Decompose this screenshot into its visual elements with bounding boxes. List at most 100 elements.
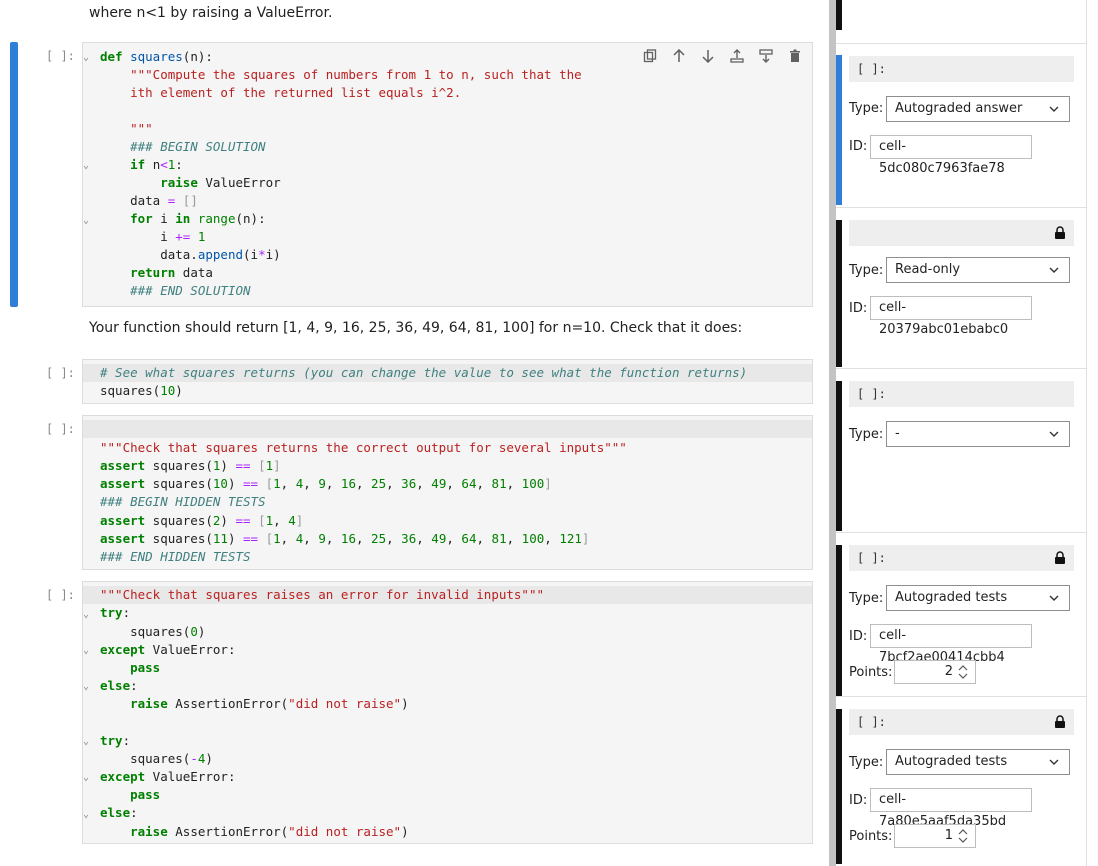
cell-metadata-sidebar: [ ]: Type: Autograded answer ID: cell-5d…: [836, 0, 1086, 866]
copy-icon[interactable]: [638, 47, 661, 65]
fold-arrow-icon[interactable]: ⌄: [83, 733, 89, 751]
code-line: assert squares(2) == [1, 4]: [100, 513, 304, 528]
code-line: ### END SOLUTION: [100, 283, 251, 298]
code-cell-squares[interactable]: ⌄ ⌄ ⌄ def squares(n): """Compute the squ…: [82, 42, 813, 307]
id-label: ID:: [849, 301, 868, 316]
code-line: def squares(n):: [100, 49, 213, 64]
type-label: Type:: [849, 755, 884, 770]
spinner-icon[interactable]: [957, 665, 969, 679]
spinner-icon[interactable]: [957, 829, 969, 843]
code-line: """Check that squares returns the correc…: [100, 440, 627, 455]
insert-below-icon[interactable]: [754, 47, 777, 65]
cell-prompt: [ ]:: [46, 366, 75, 380]
code-line: pass: [130, 660, 161, 675]
lock-icon: [1055, 715, 1065, 728]
code-line: assert squares(11) == [1, 4, 9, 16, 25, …: [100, 531, 590, 546]
code-cell-error-tests[interactable]: ⌄ ⌄ ⌄ ⌄ ⌄ ⌄ """Check that squares raises…: [82, 581, 813, 844]
id-label: ID:: [849, 139, 868, 154]
code-line: """: [100, 121, 153, 136]
sidebar-cell-5[interactable]: [ ]: Type: Autograded tests ID: cell-7a8…: [836, 697, 1086, 866]
fold-arrow-icon[interactable]: ⌄: [83, 212, 89, 230]
points-input[interactable]: 1: [894, 824, 976, 848]
code-cell-squares-call[interactable]: # See what squares returns (you can chan…: [82, 359, 813, 404]
cell-prompt: [ ]:: [46, 422, 75, 436]
sidebar-cell-prompt: [ ]:: [849, 545, 1074, 571]
code-line: assert squares(10) == [1, 4, 9, 16, 25, …: [100, 476, 552, 491]
type-label: Type:: [849, 427, 884, 442]
id-field[interactable]: cell-7bcf2ae00414cbb4: [870, 624, 1032, 665]
lock-icon: [1055, 226, 1065, 239]
points-label: Points:: [849, 829, 893, 844]
sidebar-cell-4[interactable]: [ ]: Type: Autograded tests ID: cell-7bc…: [836, 533, 1086, 697]
id-label: ID:: [849, 793, 868, 808]
fold-arrow-icon[interactable]: ⌄: [83, 606, 89, 624]
code-line: raise AssertionError("did not raise"): [130, 696, 409, 711]
code-line: # See what squares returns (you can chan…: [100, 365, 748, 380]
code-line: pass: [130, 787, 161, 802]
code-line: else:: [100, 805, 138, 820]
fold-arrow-icon[interactable]: ⌄: [83, 769, 89, 787]
code-cell-output-tests[interactable]: """Check that squares returns the correc…: [82, 415, 813, 570]
sidebar-cell-2[interactable]: Type: Read-only ID: cell-20379abc01ebabc…: [836, 208, 1086, 369]
code-line: ith element of the returned list equals …: [100, 85, 462, 100]
type-select[interactable]: Autograded answer: [886, 96, 1070, 122]
points-label: Points:: [849, 665, 893, 680]
lock-icon: [1055, 551, 1065, 564]
sidebar-cell-prompt: [ ]:: [849, 381, 1074, 407]
code-line: assert squares(1) == [1]: [100, 458, 281, 473]
markdown-intro: where n<1 by raising a ValueError.: [89, 5, 333, 21]
code-line: ### BEGIN SOLUTION: [100, 139, 266, 154]
type-select[interactable]: Read-only: [886, 257, 1070, 283]
cell-prompt: [ ]:: [46, 49, 75, 63]
type-label: Type:: [849, 101, 884, 116]
sidebar-cell-prompt: [ ]:: [849, 56, 1074, 82]
cell-toolbar: [638, 47, 806, 65]
sidebar-cell-1[interactable]: [ ]: Type: Autograded answer ID: cell-5d…: [836, 44, 1086, 208]
code-line: squares(10): [100, 383, 183, 398]
code-line: if n<1:: [130, 157, 183, 172]
code-line: except ValueError:: [100, 642, 236, 657]
fold-arrow-icon[interactable]: ⌄: [83, 678, 89, 696]
code-line: i += 1: [100, 229, 206, 244]
chevron-down-icon: [1049, 759, 1059, 765]
id-label: ID:: [849, 629, 868, 644]
code-line: else:: [100, 678, 138, 693]
code-line: """Compute the squares of numbers from 1…: [100, 67, 582, 82]
code-line: squares(0): [100, 624, 206, 639]
code-line: for i in range(n):: [130, 211, 266, 226]
code-line: squares(-4): [100, 751, 213, 766]
code-line: ### BEGIN HIDDEN TESTS: [100, 494, 266, 509]
type-label: Type:: [849, 263, 884, 278]
chevron-down-icon: [1049, 431, 1059, 437]
fold-arrow-icon[interactable]: ⌄: [83, 157, 89, 175]
panel-divider[interactable]: [829, 0, 836, 866]
id-field[interactable]: cell-20379abc01ebabc0: [870, 296, 1032, 337]
code-line: ### END HIDDEN TESTS: [100, 549, 251, 564]
chevron-down-icon: [1049, 595, 1059, 601]
chevron-down-icon: [1049, 267, 1059, 273]
type-select[interactable]: Autograded tests: [886, 749, 1070, 775]
code-line: except ValueError:: [100, 769, 236, 784]
sidebar-cell-prompt: [ ]:: [849, 709, 1074, 735]
right-panel-edge: [1086, 0, 1098, 866]
code-line: data = []: [100, 193, 198, 208]
sidebar-cell-3[interactable]: [ ]: Type: -: [836, 369, 1086, 533]
move-up-icon[interactable]: [667, 47, 690, 65]
code-line: return data: [130, 265, 213, 280]
fold-arrow-icon[interactable]: ⌄: [83, 642, 89, 660]
points-input[interactable]: 2: [894, 660, 976, 684]
cell-prompt: [ ]:: [46, 588, 75, 602]
delete-icon[interactable]: [783, 47, 806, 65]
fold-arrow-icon[interactable]: ⌄: [83, 49, 89, 67]
markdown-mid: Your function should return [1, 4, 9, 16…: [89, 320, 743, 336]
insert-above-icon[interactable]: [725, 47, 748, 65]
code-line: data.append(i*i): [100, 247, 281, 262]
type-select[interactable]: Autograded tests: [886, 585, 1070, 611]
id-field[interactable]: cell-7a80e5aaf5da35bd: [870, 788, 1032, 829]
active-cell-indicator: [10, 42, 18, 307]
id-field[interactable]: cell-5dc080c7963fae78: [870, 135, 1032, 176]
sidebar-cell-previous: [836, 0, 1086, 44]
fold-arrow-icon[interactable]: ⌄: [83, 806, 89, 824]
type-select[interactable]: -: [886, 421, 1070, 447]
move-down-icon[interactable]: [696, 47, 719, 65]
